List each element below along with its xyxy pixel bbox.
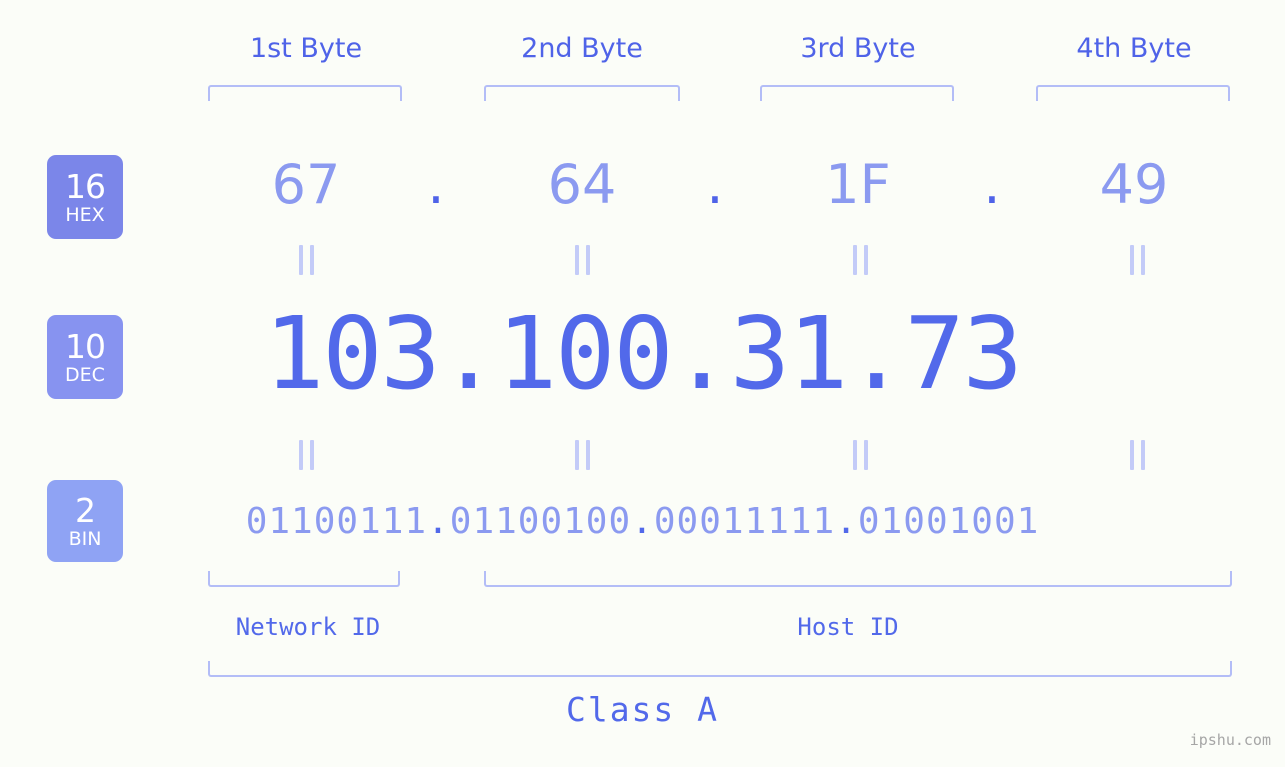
byte-header-1: 1st Byte (249, 33, 363, 64)
bin-byte-1: 01100111 (245, 501, 428, 542)
hex-byte-3: 1F (825, 153, 891, 216)
dec-byte-3: 31 (729, 295, 848, 412)
equals-icon-hex-dec-4 (1117, 243, 1157, 277)
dec-value-row: 103.100.31.73 (0, 296, 1285, 411)
hex-separator-1: . (427, 153, 445, 216)
hex-byte-4: 49 (1099, 153, 1169, 216)
bin-byte-2: 01100100 (449, 501, 632, 542)
byte-bracket-1 (208, 85, 402, 101)
bin-separator-3: . (835, 501, 858, 542)
class-bracket (208, 661, 1232, 677)
equals-icon-dec-bin-2 (562, 438, 602, 472)
hex-value-row: 67 . 64 . 1F . 49 (0, 150, 1285, 226)
byte-bracket-4 (1036, 85, 1230, 101)
byte-header-4: 4th Byte (1076, 33, 1192, 64)
hex-byte-2: 64 (547, 153, 617, 216)
equals-icon-dec-bin-4 (1117, 438, 1157, 472)
equals-icon-dec-bin-1 (286, 438, 326, 472)
dec-separator-3: . (846, 295, 906, 412)
byte-bracket-2 (484, 85, 680, 101)
network-id-label: Network ID (235, 613, 381, 641)
host-id-bracket (484, 571, 1232, 587)
dec-separator-2: . (671, 295, 732, 412)
byte-bracket-3 (760, 85, 954, 101)
network-id-bracket (208, 571, 400, 587)
hex-byte-1: 67 (271, 153, 341, 216)
equals-icon-hex-dec-2 (562, 243, 602, 277)
byte-header-3: 3rd Byte (800, 33, 916, 64)
dec-separator-1: . (438, 295, 499, 412)
dec-byte-1: 103 (264, 295, 441, 412)
bin-byte-4: 01001001 (857, 501, 1040, 542)
equals-icon-hex-dec-3 (840, 243, 880, 277)
ip-address-breakdown-diagram: 1st Byte 2nd Byte 3rd Byte 4th Byte 16 H… (0, 0, 1285, 767)
bin-separator-1: . (427, 501, 450, 542)
equals-icon-dec-bin-3 (840, 438, 880, 472)
bin-value-row: 01100111.01100100.00011111.01001001 (0, 492, 1285, 552)
class-label: Class A (565, 690, 720, 729)
dec-byte-2: 100 (496, 295, 674, 412)
bin-byte-3: 00011111 (653, 501, 836, 542)
host-id-label: Host ID (797, 613, 899, 641)
byte-header-2: 2nd Byte (521, 33, 643, 64)
watermark: ipshu.com (1189, 731, 1271, 749)
equals-icon-hex-dec-1 (286, 243, 326, 277)
dec-byte-4: 73 (904, 295, 1022, 412)
bin-separator-2: . (631, 501, 654, 542)
